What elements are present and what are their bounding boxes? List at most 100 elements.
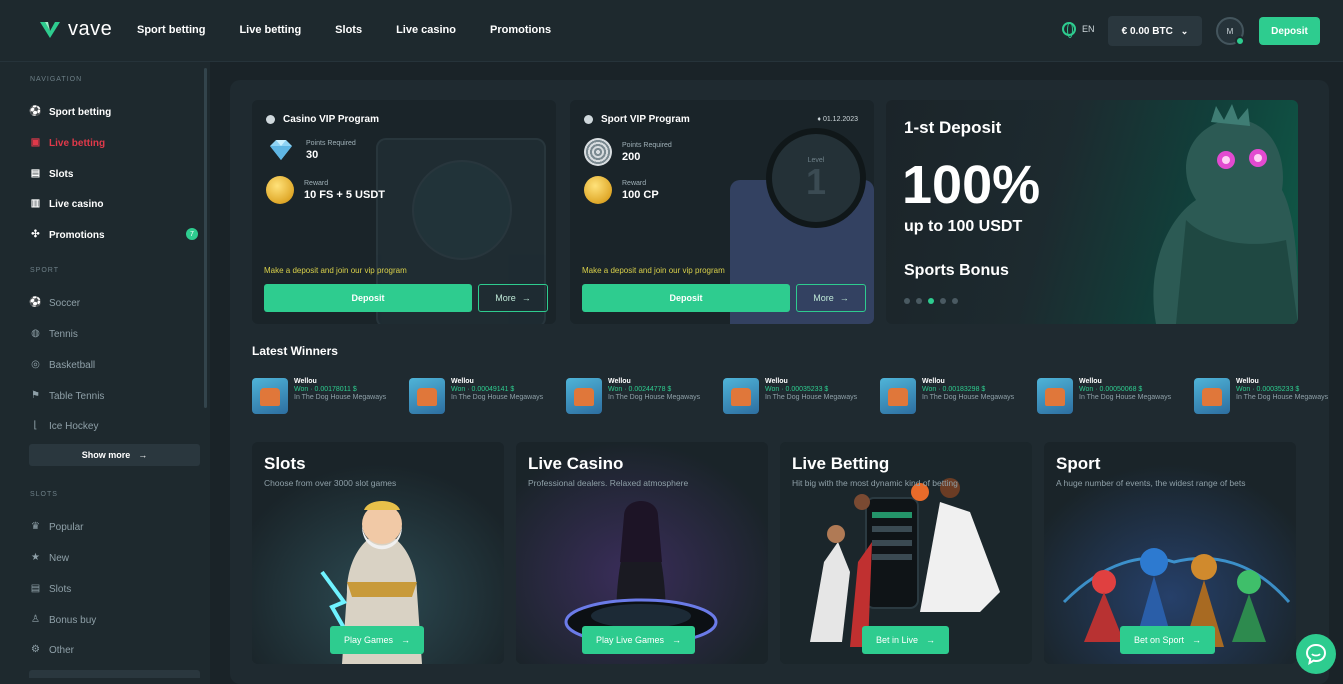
- casino-vip-deposit-button[interactable]: Deposit: [264, 284, 472, 312]
- vip-reward-row: Reward 100 CP: [584, 176, 659, 204]
- winner-item[interactable]: Wellou Won · 0.00050068 $ In The Dog House…: [1037, 378, 1187, 418]
- button-label: Play Live Games: [596, 635, 665, 645]
- sidebar-item-table-tennis[interactable]: ⚑ Table Tennis: [30, 389, 104, 403]
- latest-winners-title: Latest Winners: [252, 344, 338, 358]
- sport-vip-deposit-button[interactable]: Deposit: [582, 284, 790, 312]
- winner-amount: Won · 0.00035233 $: [765, 386, 829, 394]
- carousel-dot[interactable]: [916, 298, 922, 304]
- vip-reward: Reward 100 CP: [622, 180, 659, 201]
- banner-amount: up to 100 USDT: [904, 218, 1023, 235]
- bet-in-live-button[interactable]: Bet in Live →: [862, 626, 950, 654]
- carousel-dot[interactable]: [904, 298, 910, 304]
- slots-category-card[interactable]: Slots Choose from over 3000 slot games P…: [252, 442, 504, 664]
- nav-slots[interactable]: Slots: [335, 24, 362, 36]
- nav-live-betting[interactable]: Live betting: [239, 24, 301, 36]
- sidebar-item-other[interactable]: ⚙ Other: [30, 643, 74, 657]
- sidebar-heading-slots: SLOTS: [30, 491, 58, 498]
- vip-date-text: 01.12.2023: [822, 116, 858, 123]
- logo[interactable]: vave: [38, 18, 112, 41]
- language-selector[interactable]: EN: [1062, 22, 1095, 38]
- sidebar-bottom-panel: [29, 670, 200, 678]
- sidebar-item-basketball[interactable]: ◎ Basketball: [30, 358, 95, 372]
- reward-value: 100 CP: [622, 188, 659, 201]
- live-betting-category-card[interactable]: Live Betting Hit big with the most dynam…: [780, 442, 1032, 664]
- sport-category-card[interactable]: Sport A huge number of events, the wides…: [1044, 442, 1296, 664]
- winner-item[interactable]: Wellou Won · 0.00049141 $ In The Dog House…: [409, 378, 559, 418]
- winner-amount: Won · 0.00183298 $: [922, 386, 986, 394]
- sidebar-item-live-betting[interactable]: ▣ Live betting: [30, 136, 105, 150]
- points-value: 200: [622, 150, 641, 163]
- category-title: Sport: [1056, 454, 1101, 473]
- game-thumbnail: [1037, 378, 1073, 414]
- statue-illustration: [1153, 104, 1298, 324]
- sidebar-item-slots-category[interactable]: ▤ Slots: [30, 582, 71, 596]
- sidebar-item-label: Slots: [49, 583, 72, 595]
- winner-amount: Won · 0.00050068 $: [1079, 386, 1143, 394]
- deposit-button[interactable]: Deposit: [1259, 17, 1320, 45]
- winner-name: Wellou: [294, 378, 317, 385]
- carousel-dot[interactable]: [928, 298, 934, 304]
- sidebar-item-ice-hockey[interactable]: ⌊ Ice Hockey: [30, 419, 99, 433]
- vave-logo-icon: [40, 21, 60, 38]
- sidebar: NAVIGATION ⚽ Sport betting ▣ Live betting …: [0, 62, 210, 684]
- sidebar-scrollbar[interactable]: [204, 68, 207, 408]
- level-number: 1: [805, 160, 827, 202]
- sidebar-item-sport-betting[interactable]: ⚽ Sport betting: [29, 105, 111, 119]
- top-bar: vave Sport betting Live betting Slots Li…: [0, 0, 1343, 62]
- basketball-icon: ◎: [31, 359, 40, 370]
- bonus-icon: ♙: [31, 614, 40, 625]
- star-icon: ★: [31, 552, 40, 563]
- sidebar-item-label: Table Tennis: [49, 390, 105, 402]
- carousel-dot[interactable]: [952, 298, 958, 304]
- winner-item[interactable]: Wellou Won · 0.00178011 $ In The Dog House…: [252, 378, 402, 418]
- winner-item[interactable]: Wellou Won · 0.00035233 $ In The Dog House…: [723, 378, 873, 418]
- promotions-badge: 7: [186, 228, 198, 240]
- nav-promotions[interactable]: Promotions: [490, 24, 551, 36]
- vip-note: Make a deposit and join our vip program: [582, 266, 725, 275]
- sidebar-item-bonus-buy[interactable]: ♙ Bonus buy: [30, 613, 96, 627]
- sidebar-item-popular[interactable]: ♛ Popular: [30, 520, 83, 534]
- arrow-right-icon: →: [926, 635, 936, 645]
- balance-dropdown[interactable]: € 0.00 BTC ⌄: [1108, 16, 1202, 46]
- casino-vip-more-button[interactable]: More →: [478, 284, 548, 312]
- chat-support-button[interactable]: [1296, 634, 1336, 674]
- sidebar-item-promotions[interactable]: ✣ Promotions: [30, 228, 104, 242]
- category-subtitle: Choose from over 3000 slot games: [264, 478, 397, 488]
- avatar[interactable]: M: [1216, 17, 1245, 46]
- show-more-button[interactable]: Show more →: [29, 444, 200, 466]
- winner-info: Wellou Won · 0.00050068 $ In The Dog House…: [1079, 378, 1171, 418]
- winner-item[interactable]: Wellou Won · 0.00183298 $ In The Dog House…: [880, 378, 1030, 418]
- avatar-initial: M: [1226, 26, 1234, 36]
- sidebar-item-new[interactable]: ★ New: [30, 551, 69, 565]
- sport-vip-more-button[interactable]: More →: [796, 284, 866, 312]
- sidebar-item-slots[interactable]: ▤ Slots: [30, 167, 74, 181]
- winner-item[interactable]: Wellou Won · 0.00244778 $ In The Dog House…: [566, 378, 716, 418]
- carousel-dot[interactable]: [940, 298, 946, 304]
- category-subtitle: Professional dealers. Relaxed atmosphere: [528, 478, 689, 488]
- winner-game: In The Dog House Megaways: [1079, 394, 1172, 402]
- nav-live-casino[interactable]: Live casino: [396, 24, 456, 36]
- vip-points: Points Required 200: [622, 142, 672, 163]
- winner-name: Wellou: [451, 378, 474, 385]
- sidebar-item-soccer[interactable]: ⚽ Soccer: [29, 296, 80, 310]
- vip-points-row: Points Required 30: [266, 138, 356, 162]
- target-icon: [584, 138, 612, 166]
- sport-vip-card: Level 1 Sport VIP Program ♦ 01.12.2023 P…: [570, 100, 874, 324]
- play-games-button[interactable]: Play Games →: [330, 626, 425, 654]
- soccer-icon: ⚽: [29, 297, 42, 308]
- sidebar-item-live-casino[interactable]: ▥ Live casino: [30, 197, 104, 211]
- category-subtitle: Hit big with the most dynamic kind of be…: [792, 478, 958, 488]
- play-live-games-button[interactable]: Play Live Games →: [582, 626, 696, 654]
- winner-item[interactable]: Wellou Won · 0.00035233 $ In The Dog House…: [1194, 378, 1343, 418]
- nav-sport-betting[interactable]: Sport betting: [137, 24, 205, 36]
- deposit-bonus-banner[interactable]: 1-st Deposit 100% up to 100 USDT Sports …: [886, 100, 1298, 324]
- winner-amount: Won · 0.00178011 $: [294, 386, 357, 394]
- game-thumbnail: [252, 378, 288, 414]
- live-casino-category-card[interactable]: Live Casino Professional dealers. Relaxe…: [516, 442, 768, 664]
- winner-name: Wellou: [1236, 378, 1259, 385]
- sidebar-item-tennis[interactable]: ◍ Tennis: [30, 327, 78, 341]
- game-thumbnail: [409, 378, 445, 414]
- level-badge: Level 1: [766, 128, 866, 228]
- more-label: More: [813, 293, 834, 303]
- bet-on-sport-button[interactable]: Bet on Sport →: [1120, 626, 1216, 654]
